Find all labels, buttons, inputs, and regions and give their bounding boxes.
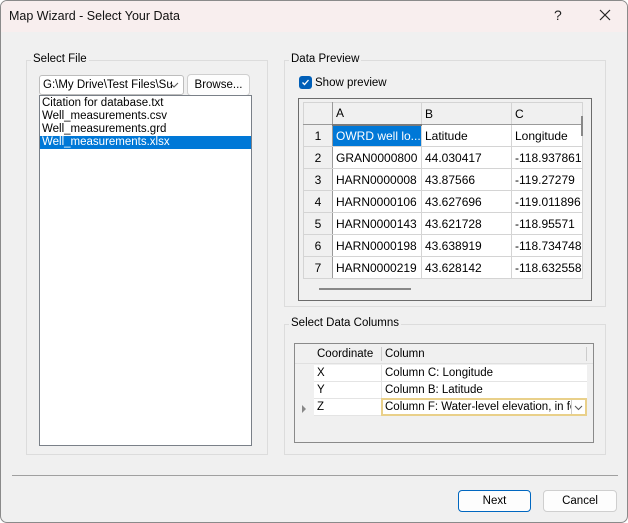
table-cell[interactable]: -118.95571: [511, 212, 583, 235]
column-header-a[interactable]: A: [332, 102, 422, 126]
show-preview-checkbox-row[interactable]: Show preview: [299, 76, 387, 89]
vertical-scrollbar-thumb[interactable]: [581, 116, 583, 136]
column-mapping-grid[interactable]: Coordinate Column X Column C: Longitude …: [294, 343, 594, 443]
file-list-item[interactable]: Citation for database.txt: [40, 97, 251, 110]
row-header[interactable]: 5: [303, 212, 333, 235]
table-cell[interactable]: 44.030417: [421, 146, 512, 169]
next-button[interactable]: Next: [458, 490, 531, 512]
horizontal-scrollbar-thumb[interactable]: [319, 288, 411, 290]
window-title: Map Wizard - Select Your Data: [9, 9, 180, 23]
table-row: 5 HARN0000143 43.621728 -118.95571: [303, 212, 583, 235]
table-cell[interactable]: -119.27279: [511, 168, 583, 191]
dropdown-button[interactable]: [571, 400, 585, 414]
table-cell[interactable]: HARN0000143: [332, 212, 422, 235]
coordinate-value: Y: [317, 384, 325, 396]
column-mapping-header: Coordinate Column: [295, 344, 593, 364]
column-value[interactable]: Column B: Latitude: [381, 382, 587, 399]
browse-button[interactable]: Browse...: [187, 74, 250, 96]
table-cell[interactable]: 43.621728: [421, 212, 512, 235]
coordinate-value: X: [317, 367, 325, 379]
chevron-down-icon: [574, 405, 583, 411]
table-cell[interactable]: 43.627696: [421, 190, 512, 213]
header-divider[interactable]: [381, 347, 382, 361]
column-dropdown-value: Column F: Water-level elevation, in feet: [385, 401, 586, 413]
table-cell[interactable]: HARN0000008: [332, 168, 422, 191]
table-cell[interactable]: 43.87566: [421, 168, 512, 191]
show-preview-label: Show preview: [315, 76, 387, 89]
table-cell[interactable]: GRAN0000800: [332, 146, 422, 169]
row-header[interactable]: 4: [303, 190, 333, 213]
chevron-down-icon: [169, 82, 179, 88]
close-icon: [599, 9, 611, 21]
close-button[interactable]: [593, 5, 617, 27]
checkmark-icon: [302, 79, 309, 86]
table-row: 2 GRAN0000800 44.030417 -118.937861: [303, 146, 583, 169]
file-list[interactable]: Citation for database.txt Well_measureme…: [39, 95, 252, 446]
data-preview-grid[interactable]: A B C 1 OWRD well lo... Latitude Longitu…: [298, 98, 592, 301]
file-list-item[interactable]: Well_measurements.grd: [40, 123, 251, 136]
row-header[interactable]: 2: [303, 146, 333, 169]
header-divider[interactable]: [586, 347, 587, 361]
table-cell[interactable]: -119.011896: [511, 190, 583, 213]
table-row: 6 HARN0000198 43.638919 -118.734748: [303, 234, 583, 257]
mapping-row-y[interactable]: Y Column B: Latitude: [314, 382, 587, 399]
footer-divider: [12, 475, 618, 476]
column-header-b[interactable]: B: [421, 102, 512, 125]
table-row: 3 HARN0000008 43.87566 -119.27279: [303, 168, 583, 191]
grid-corner[interactable]: [303, 102, 333, 125]
table-cell[interactable]: Longitude: [511, 124, 583, 147]
mapping-row-z[interactable]: Z Column F: Water-level elevation, in fe…: [314, 398, 587, 416]
table-row: 4 HARN0000106 43.627696 -119.011896: [303, 190, 583, 213]
row-header[interactable]: 6: [303, 234, 333, 257]
file-list-item-selected[interactable]: Well_measurements.xlsx: [40, 136, 251, 149]
table-cell[interactable]: 43.628142: [421, 256, 512, 279]
table-row: 7 HARN0000219 43.628142 -118.632558: [303, 256, 583, 279]
select-columns-label: Select Data Columns: [289, 317, 402, 329]
table-cell[interactable]: Latitude: [421, 124, 512, 147]
mapping-row-x[interactable]: X Column C: Longitude: [314, 365, 587, 382]
data-preview-label: Data Preview: [289, 53, 362, 65]
preview-header-row: A B C: [303, 102, 583, 126]
title-bar: Map Wizard - Select Your Data ?: [1, 1, 627, 32]
column-value[interactable]: Column C: Longitude: [381, 365, 587, 382]
column-header-c[interactable]: C: [511, 102, 583, 125]
row-header[interactable]: 3: [303, 168, 333, 191]
column-dropdown[interactable]: Column F: Water-level elevation, in feet: [381, 398, 587, 416]
table-cell[interactable]: 43.638919: [421, 234, 512, 257]
row-header[interactable]: 1: [303, 124, 333, 147]
file-path-value: G:\My Drive\Test Files\Su: [43, 79, 173, 91]
table-cell[interactable]: HARN0000219: [332, 256, 422, 279]
table-cell[interactable]: -118.937861: [511, 146, 583, 169]
coordinate-header[interactable]: Coordinate: [317, 348, 373, 360]
map-wizard-dialog: Map Wizard - Select Your Data ? Select F…: [0, 0, 628, 523]
select-file-label: Select File: [31, 53, 89, 65]
table-cell[interactable]: HARN0000198: [332, 234, 422, 257]
table-cell[interactable]: HARN0000106: [332, 190, 422, 213]
file-path-combobox[interactable]: G:\My Drive\Test Files\Su: [39, 75, 184, 95]
show-preview-checkbox[interactable]: [299, 76, 312, 89]
table-cell-selected[interactable]: OWRD well lo...: [332, 124, 422, 147]
table-cell[interactable]: -118.632558: [511, 256, 583, 279]
coordinate-value: Z: [317, 401, 325, 413]
column-header[interactable]: Column: [385, 348, 425, 360]
table-row: 1 OWRD well lo... Latitude Longitude: [303, 124, 583, 147]
current-row-indicator-icon: [302, 405, 306, 413]
help-button[interactable]: ?: [554, 7, 562, 23]
table-cell[interactable]: -118.734748: [511, 234, 583, 257]
file-list-item[interactable]: Well_measurements.csv: [40, 110, 251, 123]
preview-table: A B C 1 OWRD well lo... Latitude Longitu…: [303, 102, 583, 279]
row-header[interactable]: 7: [303, 256, 333, 279]
cancel-button[interactable]: Cancel: [543, 490, 617, 512]
